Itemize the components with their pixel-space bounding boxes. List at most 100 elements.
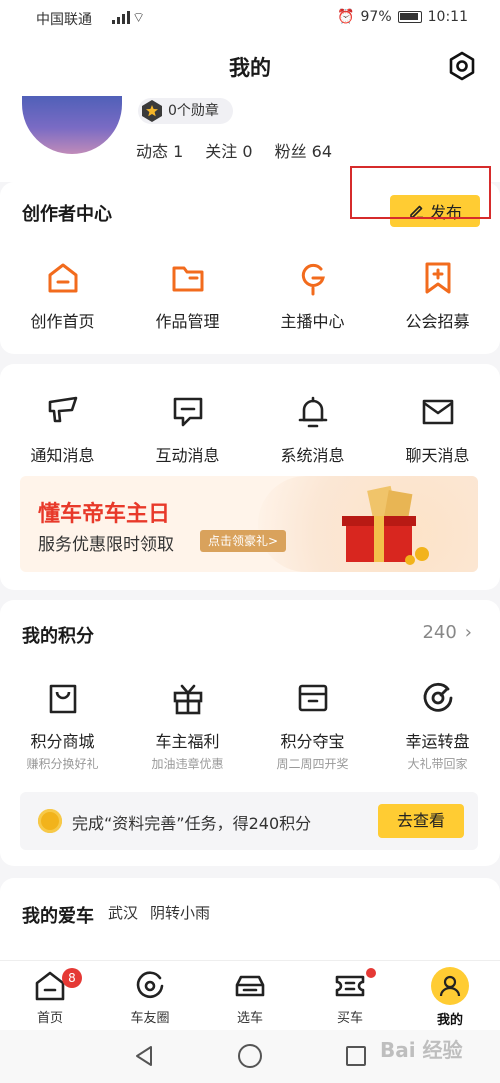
tab-home-label: 首页 (36, 1011, 63, 1026)
chat-bubble-icon (173, 397, 202, 427)
nav-bar: 我的 (0, 36, 500, 96)
view-task-button[interactable]: 去查看 (378, 804, 464, 838)
notice-message-label: 通知消息 (30, 446, 95, 465)
medal-badge[interactable]: 0个勋章 (138, 98, 233, 124)
creator-grid: 创作首页 作品管理 主播中心 公会招募 (0, 260, 500, 332)
points-mall-sub: 赚积分换好礼 (26, 757, 99, 771)
my-car-title: 我的爱车 (22, 906, 94, 927)
task-text: 完成“资料完善”任务，得240积分 (72, 814, 312, 833)
home-notification-badge: 8 (62, 968, 82, 988)
points-treasure-item[interactable]: 积分夺宝 周二周四开奖 (250, 680, 375, 772)
works-manage-item[interactable]: 作品管理 (125, 260, 250, 332)
car-icon (235, 975, 265, 997)
avatar[interactable] (22, 96, 122, 154)
tab-community-label: 车友圈 (130, 1011, 170, 1026)
lucky-wheel-label: 幸运转盘 (405, 732, 470, 751)
ticket-icon (335, 975, 365, 997)
notice-message-item[interactable]: 通知消息 (0, 394, 125, 466)
back-icon[interactable] (132, 1044, 156, 1068)
guild-recruit-label: 公会招募 (405, 312, 470, 331)
anchor-center-label: 主播中心 (280, 312, 345, 331)
chat-message-label: 聊天消息 (405, 446, 470, 465)
shopping-bag-icon (49, 684, 76, 714)
owner-benefit-label: 车主福利 (155, 732, 220, 751)
tab-me-highlight (431, 967, 469, 1005)
wifi-icon: ⌔ (132, 10, 146, 26)
treasure-box-icon (298, 684, 327, 712)
works-manage-label: 作品管理 (155, 312, 220, 331)
tab-choose-car[interactable]: 选车 (200, 961, 300, 1030)
home-outline-icon (48, 263, 77, 293)
stat-followers[interactable]: 粉丝 64 (275, 138, 332, 162)
creator-home-item[interactable]: 创作首页 (0, 260, 125, 332)
tab-buy-car[interactable]: 买车 (300, 961, 400, 1030)
tab-me-label: 我的 (436, 1013, 463, 1028)
envelope-icon (422, 399, 453, 425)
buy-car-dot-badge (366, 968, 376, 978)
gift-box-icon (342, 485, 429, 565)
megaphone-icon (48, 396, 77, 423)
bottom-tab-bar: 首页 8 车友圈 选车 买车 我的 (0, 960, 500, 1030)
publish-highlight-box (350, 166, 491, 219)
recent-apps-icon[interactable] (346, 1046, 366, 1066)
stat-posts[interactable]: 动态 1 (136, 138, 183, 162)
chevron-right-icon: › (464, 622, 472, 643)
interaction-message-item[interactable]: 互动消息 (125, 394, 250, 466)
tab-choose-car-label: 选车 (236, 1011, 263, 1026)
home-circle-icon[interactable] (238, 1044, 262, 1068)
folder-icon (172, 266, 203, 292)
user-icon (439, 975, 461, 997)
tab-me[interactable]: 我的 (400, 961, 500, 1030)
points-value: 240 (422, 622, 457, 643)
points-title: 我的积分 (22, 626, 94, 647)
settings-icon[interactable] (446, 50, 478, 82)
points-mall-label: 积分商城 (30, 732, 95, 751)
clock: 10:11 (427, 9, 468, 25)
target-icon (423, 682, 452, 712)
page-title: 我的 (229, 56, 271, 80)
star-medal-icon (142, 100, 162, 122)
system-message-item[interactable]: 系统消息 (250, 394, 375, 466)
promo-subtitle: 服务优惠限时领取 (38, 535, 174, 555)
points-treasure-label: 积分夺宝 (280, 732, 345, 751)
points-card: 我的积分 240 › 积分商城 赚积分换好礼 车主福利 加油违章优惠 积分夺宝 … (0, 600, 500, 866)
car-weather: 阴转小雨 (150, 904, 211, 922)
gift-icon (173, 684, 202, 715)
compass-icon (136, 971, 164, 999)
chat-message-item[interactable]: 聊天消息 (375, 394, 500, 466)
guild-recruit-item[interactable]: 公会招募 (375, 260, 500, 332)
promo-button[interactable]: 点击领豪礼> (200, 530, 287, 552)
creator-center-title: 创作者中心 (22, 204, 112, 225)
watermark: Bai 经验 (380, 1038, 463, 1062)
lucky-wheel-sub: 大礼带回家 (407, 757, 468, 771)
tab-buy-car-label: 买车 (336, 1011, 363, 1026)
points-grid: 积分商城 赚积分换好礼 车主福利 加油违章优惠 积分夺宝 周二周四开奖 幸运转盘… (0, 680, 500, 772)
interaction-message-label: 互动消息 (155, 446, 220, 465)
stat-following[interactable]: 关注 0 (205, 138, 252, 162)
bell-icon (298, 396, 327, 428)
promo-banner[interactable]: 懂车帝车主日 服务优惠限时领取 点击领豪礼> (20, 476, 478, 572)
battery-icon (397, 11, 422, 23)
car-city: 武汉 (108, 904, 139, 922)
battery-percent: 97% (360, 9, 392, 25)
points-value-link[interactable]: 240 › (422, 622, 472, 643)
messages-grid: 通知消息 互动消息 系统消息 聊天消息 (0, 394, 500, 466)
microphone-icon (301, 263, 325, 296)
tab-community[interactable]: 车友圈 (100, 961, 200, 1030)
coin-icon (38, 809, 62, 833)
status-bar: 中国联通 ⌔ ⏰ 97% 10:11 (0, 0, 500, 36)
owner-benefit-sub: 加油违章优惠 (151, 757, 224, 771)
points-task-bar: 完成“资料完善”任务，得240积分 去查看 (20, 792, 478, 850)
carrier-name: 中国联通 (36, 12, 92, 28)
profile-stats: 动态 1 关注 0 粉丝 64 (136, 138, 332, 162)
bookmark-plus-icon (425, 262, 450, 294)
tab-home[interactable]: 首页 8 (0, 961, 100, 1030)
creator-home-label: 创作首页 (30, 312, 95, 331)
alarm-icon: ⏰ (337, 9, 355, 25)
signal-icon (112, 10, 130, 24)
lucky-wheel-item[interactable]: 幸运转盘 大礼带回家 (375, 680, 500, 772)
owner-benefit-item[interactable]: 车主福利 加油违章优惠 (125, 680, 250, 772)
points-treasure-sub: 周二周四开奖 (276, 757, 349, 771)
anchor-center-item[interactable]: 主播中心 (250, 260, 375, 332)
points-mall-item[interactable]: 积分商城 赚积分换好礼 (0, 680, 125, 772)
